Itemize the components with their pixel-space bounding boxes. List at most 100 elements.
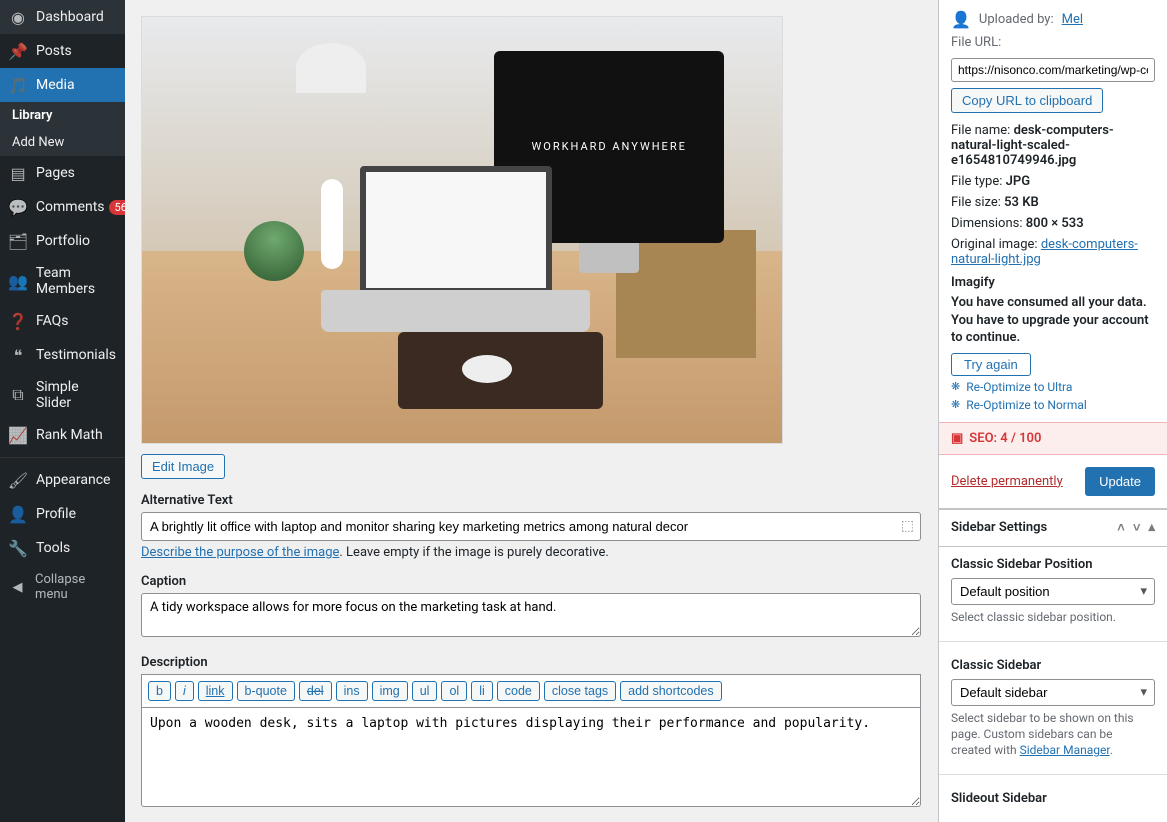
qt-link[interactable]: link xyxy=(198,681,233,701)
nav-label: Posts xyxy=(36,43,72,59)
nav-comments[interactable]: 💬 Comments 56 xyxy=(0,190,125,224)
file-url-input[interactable] xyxy=(951,58,1155,82)
nav-label: Tools xyxy=(36,540,70,556)
nav-portfolio[interactable]: 🗂Portfolio xyxy=(0,224,125,258)
nav-label: Media xyxy=(36,77,75,93)
file-size-row: File size: 53 KB xyxy=(951,195,1155,210)
slider-icon: ⧉ xyxy=(8,385,28,405)
qt-li[interactable]: li xyxy=(471,681,493,701)
chevron-down-icon[interactable]: ˅ xyxy=(1133,520,1141,536)
classic-pos-select[interactable]: Default position xyxy=(951,578,1155,605)
nav-faqs[interactable]: ❓FAQs xyxy=(0,304,125,338)
user-icon: 👤 xyxy=(951,10,971,29)
reoptimize-ultra[interactable]: ❋Re-Optimize to Ultra xyxy=(951,380,1155,394)
qt-shortcodes[interactable]: add shortcodes xyxy=(620,681,721,701)
quicktags-toolbar: b i link b-quote del ins img ul ol li co… xyxy=(141,674,921,707)
update-button[interactable]: Update xyxy=(1085,467,1155,496)
file-name-row: File name: desk-computers-natural-light-… xyxy=(951,123,1155,168)
description-label: Description xyxy=(141,655,922,670)
delete-permanently-link[interactable]: Delete permanently xyxy=(951,474,1063,489)
copy-url-button[interactable]: Copy URL to clipboard xyxy=(951,88,1103,113)
nav-label: Portfolio xyxy=(36,233,90,249)
laptop-base-shape xyxy=(321,290,590,333)
classic-sidebar-help: Select sidebar to be shown on this page.… xyxy=(951,710,1155,759)
nav-label: Appearance xyxy=(36,472,110,488)
uploaded-by-label: Uploaded by: xyxy=(979,12,1054,27)
nav-rankmath[interactable]: 📈Rank Math xyxy=(0,418,125,452)
nav-posts[interactable]: 📌 Posts xyxy=(0,34,125,68)
bottle-shape xyxy=(321,179,343,269)
qt-img[interactable]: img xyxy=(372,681,408,701)
details-block: 👤 Uploaded by: Mel File URL: Copy URL to… xyxy=(939,0,1167,422)
divider xyxy=(939,641,1167,642)
nav-label: Profile xyxy=(36,506,76,522)
qt-bquote[interactable]: b-quote xyxy=(237,681,295,701)
monitor-text: WORKHARD ANYWHERE xyxy=(526,140,693,153)
qt-b[interactable]: b xyxy=(148,681,171,701)
actions-row: Delete permanently Update xyxy=(939,455,1167,509)
original-label: Original image: xyxy=(951,237,1038,252)
nav-tools[interactable]: 🔧 Tools xyxy=(0,531,125,565)
nav-collapse[interactable]: ◀Collapse menu xyxy=(0,565,125,609)
reopt-normal-label: Re-Optimize to Normal xyxy=(966,398,1087,412)
nav-profile[interactable]: 👤Profile xyxy=(0,497,125,531)
alt-text-input[interactable] xyxy=(141,512,921,541)
description-input[interactable]: Upon a wooden desk, sits a laptop with p… xyxy=(141,707,921,807)
nav-appearance[interactable]: 🖌Appearance xyxy=(0,463,125,497)
nav-media-addnew[interactable]: Add New xyxy=(0,129,125,156)
classic-pos-label: Classic Sidebar Position xyxy=(951,557,1155,572)
reoptimize-normal[interactable]: ❋Re-Optimize to Normal xyxy=(951,398,1155,412)
caret-up-icon[interactable]: ▴ xyxy=(1148,520,1155,536)
file-type-label: File type: xyxy=(951,174,1002,189)
pin-icon: 📌 xyxy=(8,41,28,61)
nav-label: Comments xyxy=(36,199,105,215)
classic-sidebar-select[interactable]: Default sidebar xyxy=(951,679,1155,706)
media-icon: 🎵 xyxy=(8,75,28,95)
alt-help-link[interactable]: Describe the purpose of the image xyxy=(141,545,339,560)
laptop-screen-shape xyxy=(360,166,552,294)
nav-pages[interactable]: ▤Pages xyxy=(0,156,125,190)
classic-sidebar-label: Classic Sidebar xyxy=(951,658,1155,673)
nav-dashboard[interactable]: ◉Dashboard xyxy=(0,0,125,34)
uploaded-by-user-link[interactable]: Mel xyxy=(1062,12,1083,27)
wrench-icon: 🔧 xyxy=(8,538,28,558)
nav-label: Testimonials xyxy=(36,347,116,363)
sidebar-settings-label: Sidebar Settings xyxy=(951,520,1047,535)
qt-ul[interactable]: ul xyxy=(412,681,438,701)
qt-ol[interactable]: ol xyxy=(441,681,467,701)
comments-badge: 56 xyxy=(109,200,125,215)
nav-testimonials[interactable]: ❝Testimonials xyxy=(0,338,125,372)
caption-input[interactable]: A tidy workspace allows for more focus o… xyxy=(141,593,921,637)
sidebar-manager-link[interactable]: Sidebar Manager xyxy=(1020,743,1110,757)
imagify-title: Imagify xyxy=(951,275,1155,290)
qt-del[interactable]: del xyxy=(299,681,332,701)
details-panel: 👤 Uploaded by: Mel File URL: Copy URL to… xyxy=(938,0,1167,822)
dimensions-row: Dimensions: 800 × 533 xyxy=(951,216,1155,231)
nav-media-library[interactable]: Library xyxy=(0,102,125,129)
description-field: Description b i link b-quote del ins img… xyxy=(141,655,922,811)
chevron-up-icon[interactable]: ˄ xyxy=(1117,520,1125,536)
dimensions-label: Dimensions: xyxy=(951,216,1023,231)
alt-ab-icon[interactable]: ⬚ xyxy=(901,518,914,534)
help-icon: ❓ xyxy=(8,311,28,331)
panel-controls: ˄ ˅ ▴ xyxy=(1117,520,1155,536)
divider xyxy=(939,774,1167,775)
qt-closetags[interactable]: close tags xyxy=(544,681,616,701)
nav-slider[interactable]: ⧉Simple Slider xyxy=(0,372,125,418)
edit-image-button[interactable]: Edit Image xyxy=(141,454,225,479)
dashboard-icon: ◉ xyxy=(8,7,28,27)
nav-separator xyxy=(0,457,125,458)
alt-help: Describe the purpose of the image. Leave… xyxy=(141,545,922,560)
qt-code[interactable]: code xyxy=(497,681,540,701)
nav-team[interactable]: 👥Team Members xyxy=(0,258,125,304)
file-url-label: File URL: xyxy=(951,35,1155,50)
sidebar-settings-header[interactable]: Sidebar Settings ˄ ˅ ▴ xyxy=(939,509,1167,547)
file-type-value: JPG xyxy=(1006,174,1030,189)
comment-icon: 💬 xyxy=(8,197,28,217)
slideout-sidebar-label: Slideout Sidebar xyxy=(951,791,1155,806)
nav-media[interactable]: 🎵 Media xyxy=(0,68,125,102)
qt-ins[interactable]: ins xyxy=(336,681,368,701)
try-again-button[interactable]: Try again xyxy=(951,353,1031,376)
qt-i[interactable]: i xyxy=(175,681,194,701)
main-area: WORKHARD ANYWHERE Edit Image Alternative… xyxy=(125,0,1167,822)
